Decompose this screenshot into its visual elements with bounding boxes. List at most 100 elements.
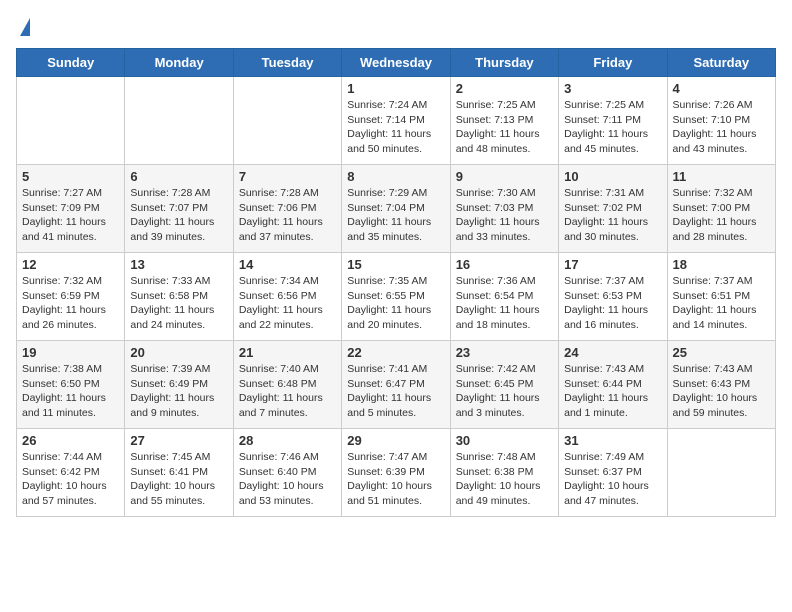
calendar-week-row: 1 Sunrise: 7:24 AM Sunset: 7:14 PM Daylig… [17,77,776,165]
day-number: 12 [22,257,119,272]
day-info: Sunrise: 7:25 AM Sunset: 7:11 PM Dayligh… [564,98,661,157]
day-info: Sunrise: 7:42 AM Sunset: 6:45 PM Dayligh… [456,362,553,421]
day-number: 11 [673,169,770,184]
day-info: Sunrise: 7:25 AM Sunset: 7:13 PM Dayligh… [456,98,553,157]
calendar-cell: 10 Sunrise: 7:31 AM Sunset: 7:02 PM Dayli… [559,165,667,253]
calendar-cell: 11 Sunrise: 7:32 AM Sunset: 7:00 PM Dayli… [667,165,775,253]
calendar-cell [233,77,341,165]
day-number: 21 [239,345,336,360]
day-info: Sunrise: 7:41 AM Sunset: 6:47 PM Dayligh… [347,362,444,421]
calendar-cell: 27 Sunrise: 7:45 AM Sunset: 6:41 PM Dayli… [125,429,233,517]
calendar-cell: 19 Sunrise: 7:38 AM Sunset: 6:50 PM Dayli… [17,341,125,429]
calendar-cell: 22 Sunrise: 7:41 AM Sunset: 6:47 PM Dayli… [342,341,450,429]
calendar-cell: 4 Sunrise: 7:26 AM Sunset: 7:10 PM Daylig… [667,77,775,165]
day-info: Sunrise: 7:24 AM Sunset: 7:14 PM Dayligh… [347,98,444,157]
day-number: 17 [564,257,661,272]
day-number: 7 [239,169,336,184]
day-info: Sunrise: 7:28 AM Sunset: 7:07 PM Dayligh… [130,186,227,245]
calendar-cell: 29Sunrise: 7:47 AM Sunset: 6:39 PM Dayli… [342,429,450,517]
day-info: Sunrise: 7:38 AM Sunset: 6:50 PM Dayligh… [22,362,119,421]
day-number: 16 [456,257,553,272]
day-info: Sunrise: 7:37 AM Sunset: 6:53 PM Dayligh… [564,274,661,333]
day-number: 5 [22,169,119,184]
day-info: Sunrise: 7:43 AM Sunset: 6:43 PM Dayligh… [673,362,770,421]
day-info: Sunrise: 7:45 AM Sunset: 6:41 PM Dayligh… [130,450,227,509]
day-info: Sunrise: 7:33 AM Sunset: 6:58 PM Dayligh… [130,274,227,333]
calendar-cell [125,77,233,165]
day-info: Sunrise: 7:39 AM Sunset: 6:49 PM Dayligh… [130,362,227,421]
calendar-cell [667,429,775,517]
day-number: 18 [673,257,770,272]
day-info: Sunrise: 7:32 AM Sunset: 6:59 PM Dayligh… [22,274,119,333]
day-number: 25 [673,345,770,360]
page-header [16,16,776,36]
calendar-cell: 17 Sunrise: 7:37 AM Sunset: 6:53 PM Dayli… [559,253,667,341]
calendar-cell: 1 Sunrise: 7:24 AM Sunset: 7:14 PM Daylig… [342,77,450,165]
day-of-week-header: Sunday [17,49,125,77]
day-number: 20 [130,345,227,360]
day-info: Sunrise: 7:40 AM Sunset: 6:48 PM Dayligh… [239,362,336,421]
day-number: 4 [673,81,770,96]
day-info: Sunrise: 7:34 AM Sunset: 6:56 PM Dayligh… [239,274,336,333]
day-info: Sunrise: 7:48 AM Sunset: 6:38 PM Dayligh… [456,450,553,509]
calendar-cell: 25 Sunrise: 7:43 AM Sunset: 6:43 PM Dayli… [667,341,775,429]
calendar-table: SundayMondayTuesdayWednesdayThursdayFrid… [16,48,776,517]
calendar-cell: 31 Sunrise: 7:49 AM Sunset: 6:37 PM Dayli… [559,429,667,517]
day-number: 9 [456,169,553,184]
calendar-cell: 5 Sunrise: 7:27 AM Sunset: 7:09 PM Daylig… [17,165,125,253]
calendar-cell: 7 Sunrise: 7:28 AM Sunset: 7:06 PM Daylig… [233,165,341,253]
day-number: 8 [347,169,444,184]
day-info: Sunrise: 7:30 AM Sunset: 7:03 PM Dayligh… [456,186,553,245]
day-info: Sunrise: 7:35 AM Sunset: 6:55 PM Dayligh… [347,274,444,333]
day-info: Sunrise: 7:36 AM Sunset: 6:54 PM Dayligh… [456,274,553,333]
calendar-cell: 18 Sunrise: 7:37 AM Sunset: 6:51 PM Dayli… [667,253,775,341]
day-info: Sunrise: 7:29 AM Sunset: 7:04 PM Dayligh… [347,186,444,245]
day-number: 28 [239,433,336,448]
day-info: Sunrise: 7:49 AM Sunset: 6:37 PM Dayligh… [564,450,661,509]
day-number: 26 [22,433,119,448]
calendar-cell: 8 Sunrise: 7:29 AM Sunset: 7:04 PM Daylig… [342,165,450,253]
calendar-cell: 6 Sunrise: 7:28 AM Sunset: 7:07 PM Daylig… [125,165,233,253]
day-number: 6 [130,169,227,184]
day-number: 2 [456,81,553,96]
calendar-week-row: 19 Sunrise: 7:38 AM Sunset: 6:50 PM Dayli… [17,341,776,429]
day-number: 30 [456,433,553,448]
day-info: Sunrise: 7:32 AM Sunset: 7:00 PM Dayligh… [673,186,770,245]
day-number: 3 [564,81,661,96]
calendar-cell: 2 Sunrise: 7:25 AM Sunset: 7:13 PM Daylig… [450,77,558,165]
calendar-cell: 16 Sunrise: 7:36 AM Sunset: 6:54 PM Dayli… [450,253,558,341]
day-info: Sunrise: 7:28 AM Sunset: 7:06 PM Dayligh… [239,186,336,245]
day-number: 22 [347,345,444,360]
day-of-week-header: Tuesday [233,49,341,77]
day-number: 1 [347,81,444,96]
day-of-week-header: Thursday [450,49,558,77]
calendar-cell: 14Sunrise: 7:34 AM Sunset: 6:56 PM Dayli… [233,253,341,341]
calendar-cell: 9 Sunrise: 7:30 AM Sunset: 7:03 PM Daylig… [450,165,558,253]
calendar-cell: 24 Sunrise: 7:43 AM Sunset: 6:44 PM Dayli… [559,341,667,429]
calendar-week-row: 12 Sunrise: 7:32 AM Sunset: 6:59 PM Dayli… [17,253,776,341]
calendar-cell: 3 Sunrise: 7:25 AM Sunset: 7:11 PM Daylig… [559,77,667,165]
day-number: 19 [22,345,119,360]
calendar-cell: 15Sunrise: 7:35 AM Sunset: 6:55 PM Dayli… [342,253,450,341]
day-of-week-header: Saturday [667,49,775,77]
calendar-cell [17,77,125,165]
day-info: Sunrise: 7:47 AM Sunset: 6:39 PM Dayligh… [347,450,444,509]
day-info: Sunrise: 7:37 AM Sunset: 6:51 PM Dayligh… [673,274,770,333]
calendar-cell: 21 Sunrise: 7:40 AM Sunset: 6:48 PM Dayli… [233,341,341,429]
day-number: 31 [564,433,661,448]
day-info: Sunrise: 7:26 AM Sunset: 7:10 PM Dayligh… [673,98,770,157]
day-number: 13 [130,257,227,272]
logo [16,16,30,36]
day-info: Sunrise: 7:27 AM Sunset: 7:09 PM Dayligh… [22,186,119,245]
day-info: Sunrise: 7:46 AM Sunset: 6:40 PM Dayligh… [239,450,336,509]
day-info: Sunrise: 7:43 AM Sunset: 6:44 PM Dayligh… [564,362,661,421]
day-number: 27 [130,433,227,448]
calendar-week-row: 26 Sunrise: 7:44 AM Sunset: 6:42 PM Dayli… [17,429,776,517]
day-of-week-header: Friday [559,49,667,77]
day-number: 10 [564,169,661,184]
day-of-week-header: Wednesday [342,49,450,77]
day-info: Sunrise: 7:44 AM Sunset: 6:42 PM Dayligh… [22,450,119,509]
day-number: 24 [564,345,661,360]
calendar-header-row: SundayMondayTuesdayWednesdayThursdayFrid… [17,49,776,77]
day-info: Sunrise: 7:31 AM Sunset: 7:02 PM Dayligh… [564,186,661,245]
